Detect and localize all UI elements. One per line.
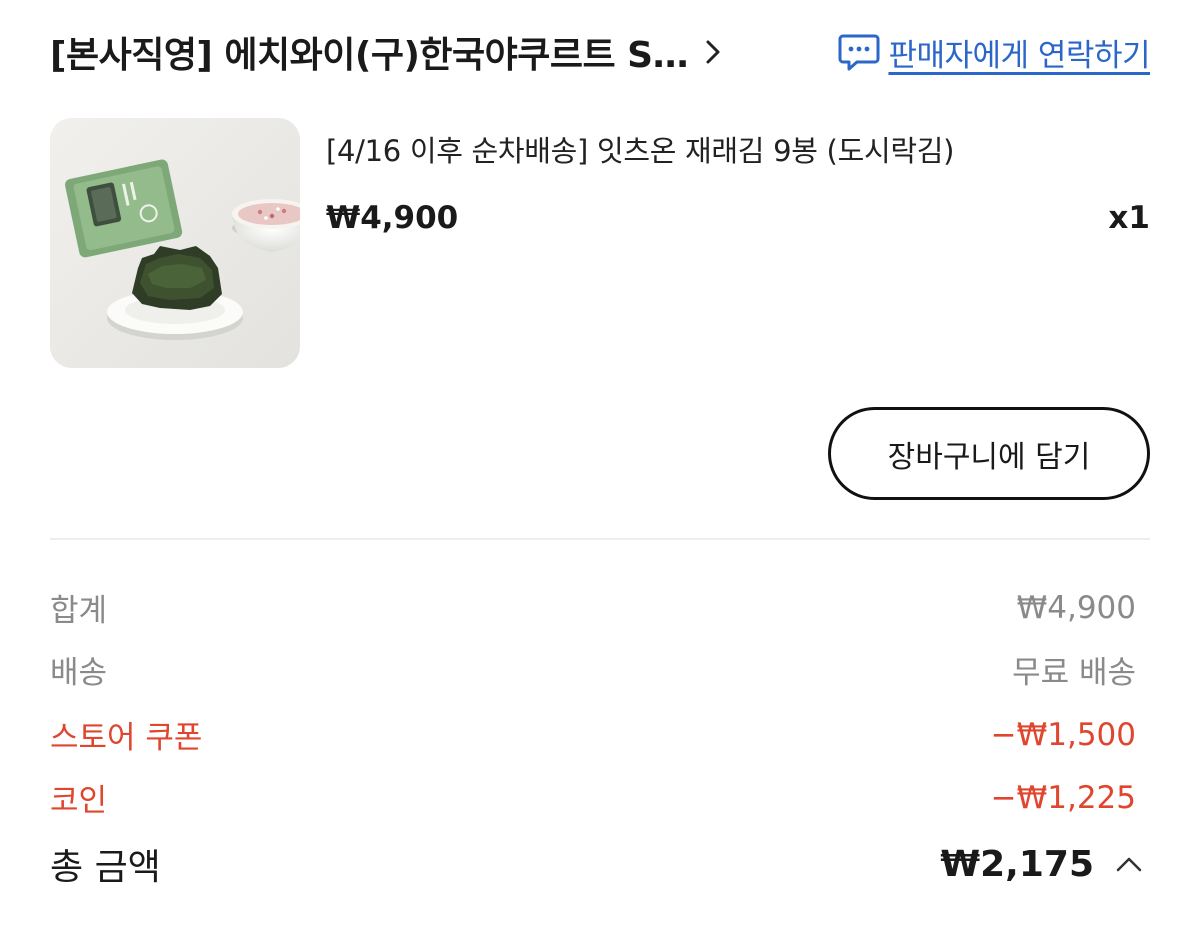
store-coupon-row: 스토어 쿠폰 −₩1,500 [50, 712, 1136, 757]
contact-seller-label: 판매자에게 연락하기 [888, 37, 1150, 74]
shipping-value: 무료 배송 [1012, 655, 1136, 691]
chat-bubble-icon [838, 34, 880, 71]
contact-seller-link[interactable]: 판매자에게 연락하기 [838, 30, 1150, 75]
add-to-cart-button[interactable]: 장바구니에 담기 [828, 407, 1150, 500]
total-toggle[interactable]: ₩2,175 [940, 844, 1144, 885]
total-row: 총 금액 ₩2,175 [50, 838, 1144, 890]
chevron-up-icon [1116, 857, 1142, 872]
section-divider [50, 538, 1150, 540]
store-coupon-label: 스토어 쿠폰 [50, 720, 203, 756]
coin-row: 코인 −₩1,225 [50, 775, 1136, 820]
shipping-row: 배송 무료 배송 [50, 647, 1136, 692]
subtotal-value: ₩4,900 [1016, 589, 1136, 626]
order-summary-page: [본사직영] 에치와이(구)한국야쿠르트 S… 판매자에게 연락하기 [4/16… [0, 0, 1200, 928]
store-name-link[interactable]: [본사직영] 에치와이(구)한국야쿠르트 S… [50, 26, 688, 78]
shipping-label: 배송 [50, 655, 108, 691]
product-quantity: x1 [1108, 200, 1150, 236]
chevron-right-icon[interactable] [700, 39, 726, 65]
total-value: ₩2,175 [940, 843, 1094, 885]
product-image[interactable] [50, 118, 300, 368]
product-price: ₩4,900 [326, 200, 459, 236]
total-label: 총 금액 [50, 847, 161, 888]
product-title[interactable]: [4/16 이후 순차배송] 잇츠온 재래김 9봉 (도시락김) [326, 128, 1146, 170]
store-coupon-value: −₩1,500 [990, 716, 1136, 753]
coin-label: 코인 [50, 783, 108, 819]
subtotal-row: 합계 ₩4,900 [50, 585, 1136, 630]
coin-value: −₩1,225 [990, 779, 1136, 816]
subtotal-label: 합계 [50, 593, 108, 629]
store-header: [본사직영] 에치와이(구)한국야쿠르트 S… 판매자에게 연락하기 [50, 24, 1150, 80]
